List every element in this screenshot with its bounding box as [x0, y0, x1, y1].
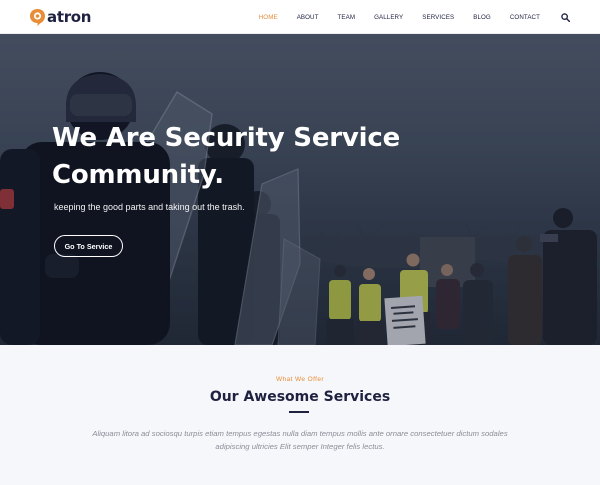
hero-section: We Are Security Service Community. keepi… — [0, 34, 600, 345]
logo-text: atron — [47, 7, 92, 26]
search-icon[interactable] — [561, 12, 570, 22]
nav-blog[interactable]: BLOG — [473, 14, 491, 21]
hero-title: We Are Security Service Community. — [52, 120, 412, 194]
hero-title-line-2: Community. — [52, 160, 224, 190]
nav-gallery[interactable]: GALLERY — [374, 14, 403, 21]
services-eyebrow: What We Offer — [276, 376, 324, 383]
services-section: What We Offer Our Awesome Services Aliqu… — [0, 345, 600, 485]
nav-team[interactable]: TEAM — [338, 14, 356, 21]
logo[interactable]: atron — [29, 7, 91, 27]
services-title: Our Awesome Services — [209, 389, 391, 405]
title-divider — [289, 411, 309, 413]
go-to-service-button[interactable]: Go To Service — [54, 235, 123, 257]
services-description: Aliquam litora ad sociosqu turpis etiam … — [92, 429, 508, 451]
logo-mark-icon — [30, 8, 45, 26]
main-nav: HOME ABOUT TEAM GALLERY SERVICES BLOG CO… — [240, 0, 570, 34]
nav-services[interactable]: SERVICES — [422, 14, 454, 21]
hero-title-line-1: We Are Security Service — [52, 123, 400, 153]
nav-home[interactable]: HOME — [259, 14, 278, 21]
nav-about[interactable]: ABOUT — [297, 14, 319, 21]
site-header: atron HOME ABOUT TEAM GALLERY SERVICES B… — [0, 0, 600, 34]
hero-tagline: keeping the good parts and taking out th… — [54, 202, 245, 212]
nav-contact[interactable]: CONTACT — [510, 14, 540, 21]
